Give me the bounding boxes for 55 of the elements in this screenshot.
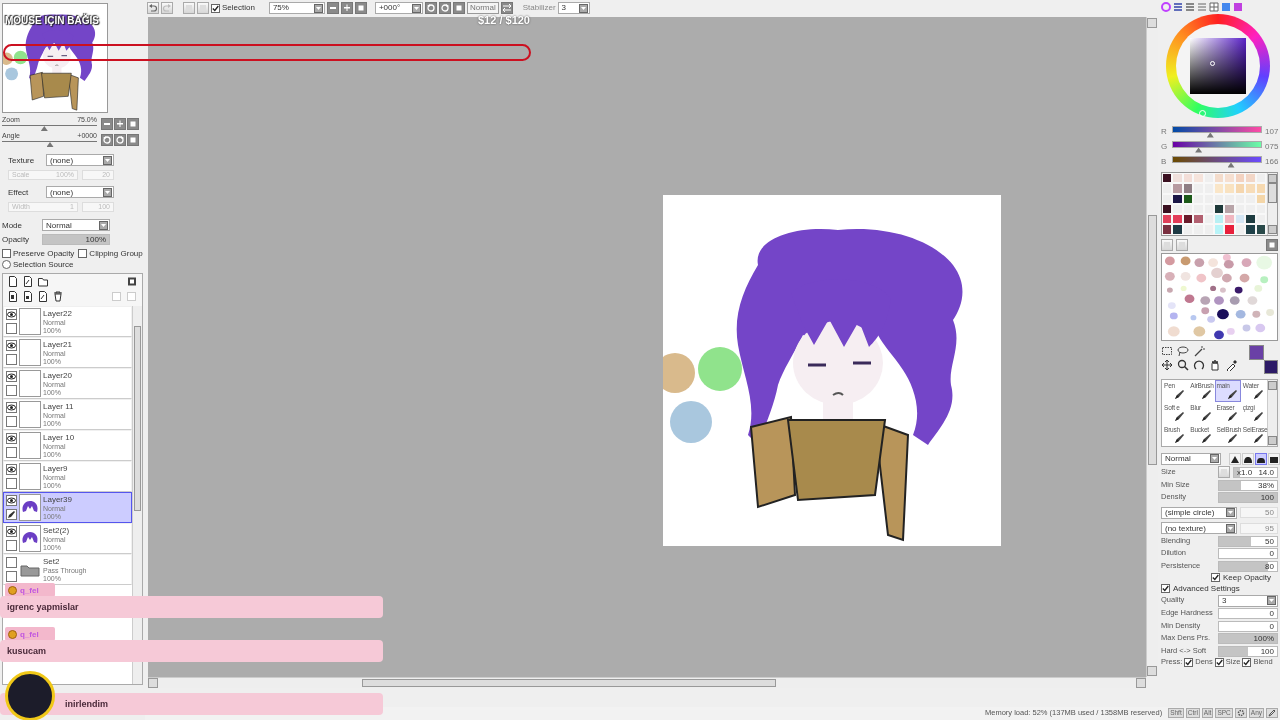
channel-value: 166	[1265, 156, 1278, 167]
checkbox-label: Advanced Settings	[1173, 583, 1240, 594]
effect-label: Effect	[8, 187, 30, 197]
selection-label: Selection	[222, 3, 255, 13]
checkbox-label: Keep Opacity	[1223, 573, 1272, 583]
mode-dropdown[interactable]: Normal	[42, 219, 110, 232]
opacity-label: Opacity	[2, 235, 31, 245]
setting-slider[interactable]: 100%	[1218, 633, 1278, 645]
layer-name: Layer 10	[43, 433, 75, 443]
brush-mode-dropdown[interactable]: Normal	[1161, 452, 1221, 465]
zoom-dropdown[interactable]: 75%	[268, 2, 325, 14]
texture-dropdown[interactable]: (none)	[46, 154, 114, 167]
option-label: Preserve Opacity	[13, 249, 75, 259]
chat-message: kusucam	[0, 640, 383, 662]
chat-message: igrenc yapmislar	[0, 596, 383, 618]
layer-name: Layer39	[43, 495, 72, 505]
angle-dropdown[interactable]: +000°	[374, 2, 423, 14]
channel-value: 107	[1265, 126, 1278, 137]
brush-shape-dropdown[interactable]: (no texture)	[1161, 522, 1237, 535]
channel-label: G	[1161, 141, 1169, 152]
channel-label: R	[1161, 126, 1168, 137]
setting-slider[interactable]: 50	[1218, 535, 1278, 547]
layer-name: Layer 11	[43, 402, 74, 412]
setting-slider[interactable]: 80	[1218, 560, 1278, 572]
setting-slider[interactable]: 0	[1218, 620, 1278, 632]
opacity-slider[interactable]: 100%	[42, 234, 110, 246]
layer-name: Layer20	[43, 371, 72, 381]
effect-dropdown[interactable]: (none)	[46, 186, 114, 199]
layer-name: Layer21	[43, 340, 72, 350]
option-label: Selection Source	[13, 260, 74, 270]
setting-slider[interactable]: 100	[1218, 645, 1278, 657]
texture-label: Texture	[8, 155, 36, 165]
username: q_fel	[20, 629, 39, 639]
stabilizer-label: Stabilizer	[522, 3, 556, 13]
channel-label: B	[1161, 156, 1168, 167]
layer-name: Layer22	[43, 309, 72, 319]
donation-amount: $12 / $120	[478, 14, 530, 26]
amount-field[interactable]: 95	[1240, 522, 1278, 534]
layer-name: Set2(2)	[43, 526, 70, 536]
channel-value: 075	[1265, 141, 1278, 152]
stabilizer-dropdown[interactable]: 3	[557, 2, 590, 14]
layer-name: Layer9	[43, 464, 68, 474]
brush-shape-dropdown[interactable]: (simple circle)	[1161, 506, 1237, 519]
setting-slider[interactable]: 0	[1218, 548, 1278, 560]
size-slider[interactable]: x1.0 14.0	[1233, 466, 1278, 478]
layer-name: Set2	[43, 557, 61, 567]
setting-slider[interactable]: 100	[1218, 492, 1278, 504]
quality-dropdown[interactable]: 3	[1218, 594, 1278, 607]
setting-slider[interactable]: 0	[1218, 608, 1278, 620]
username: q_fel	[20, 585, 39, 595]
option-label: Clipping Group	[89, 249, 143, 259]
mode-label: Mode	[2, 220, 23, 230]
amount-field[interactable]: 50	[1240, 507, 1278, 519]
blend-mode-button[interactable]: Normal	[466, 2, 499, 14]
setting-slider[interactable]: 38%	[1218, 479, 1278, 491]
